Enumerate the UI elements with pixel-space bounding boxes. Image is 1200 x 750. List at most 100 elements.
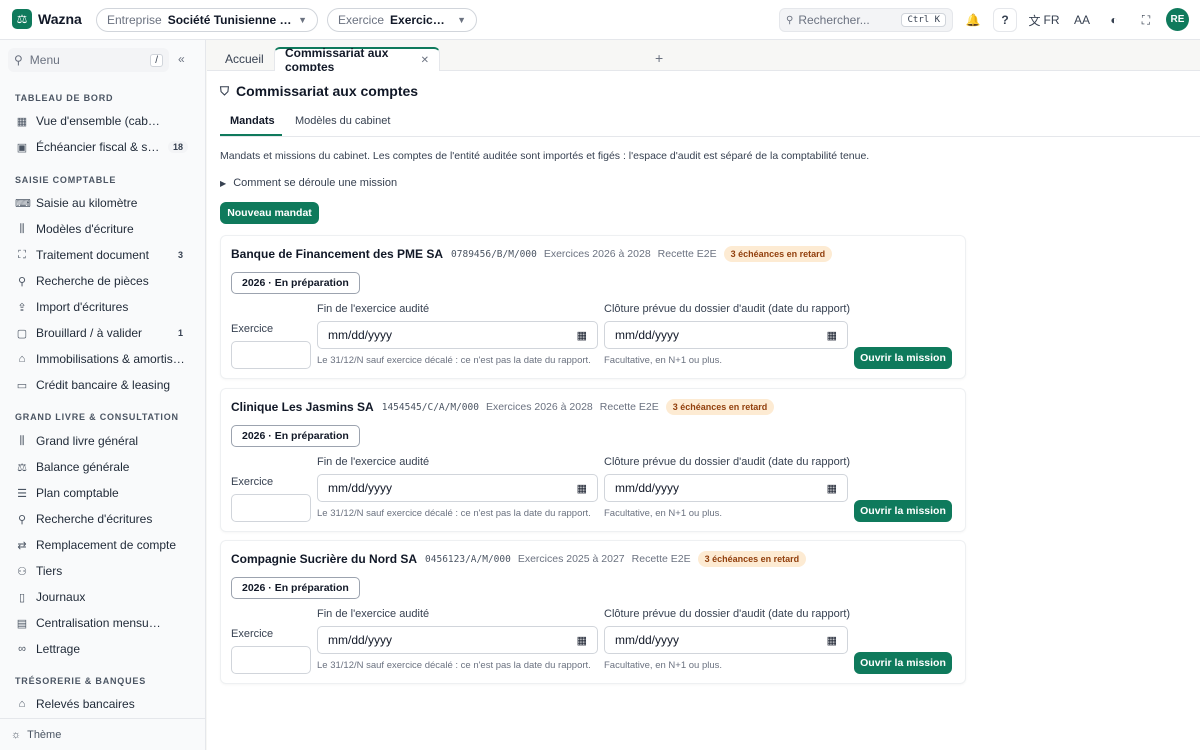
book-icon: ▯: [18, 591, 26, 604]
cloture-hint: Facultative, en N+1 ou plus.: [604, 660, 723, 671]
sidebar-item-label: Échéancier fiscal & sociaux: [36, 140, 162, 154]
menu-placeholder: Menu: [29, 53, 60, 67]
help-button[interactable]: ?: [993, 8, 1017, 32]
new-mandate-button[interactable]: Nouveau mandat: [220, 202, 319, 224]
theme-toggle[interactable]: ☼ Thème: [11, 729, 61, 741]
page-title-text: Commissariat aux comptes: [236, 83, 419, 99]
search-shortcut: Ctrl K: [901, 13, 946, 27]
sidebar-item-label: Immobilisations & amortissements: [36, 352, 186, 366]
language-button[interactable]: 文 FR: [1027, 8, 1061, 32]
sidebar-item-lettrage[interactable]: ∞ Lettrage: [8, 637, 192, 661]
sidebar-item-journaux[interactable]: ▯ Journaux: [8, 585, 192, 609]
calendar-icon[interactable]: ▦: [827, 482, 837, 495]
cloture-label: Clôture prévue du dossier d'audit (date …: [604, 456, 851, 468]
calendar-icon[interactable]: ▦: [827, 329, 837, 342]
list-icon: ☰: [17, 487, 27, 500]
sidebar-item-credit[interactable]: ▭ Crédit bancaire & leasing: [8, 373, 192, 397]
bell-icon[interactable]: 🔔: [961, 8, 985, 32]
exercice-input[interactable]: [231, 494, 311, 522]
sidebar-item-echeancier[interactable]: ▣ Échéancier fiscal & sociaux 18: [8, 135, 192, 159]
avatar[interactable]: RE: [1166, 8, 1189, 31]
scale-icon: ⚖: [17, 461, 27, 474]
mandate-name: Clinique Les Jasmins SA: [231, 400, 374, 414]
tab-accueil[interactable]: Accueil: [215, 47, 274, 71]
fin-exercice-hint: Le 31/12/N sauf exercice décalé : ce n'e…: [317, 355, 591, 366]
cloture-label: Clôture prévue du dossier d'audit (date …: [604, 608, 851, 620]
keyboard-icon: ⌨: [15, 197, 31, 210]
sidebar-item-balance[interactable]: ⚖ Balance générale: [8, 455, 192, 479]
date-placeholder: mm/dd/yyyy: [615, 481, 680, 495]
scan-icon: ⛶: [18, 248, 26, 261]
mandate-recette: Recette E2E: [631, 553, 691, 565]
open-mission-button[interactable]: Ouvrir la mission: [854, 500, 952, 522]
sidebar-item-recherche-pieces[interactable]: ⚲ Recherche de pièces: [8, 269, 192, 293]
sidebar-item-label: Recherche de pièces: [36, 274, 149, 288]
moon-icon[interactable]: ◐: [1102, 8, 1126, 32]
sidebar-item-traitement[interactable]: ⛶ Traitement document 3: [8, 243, 192, 267]
calendar-icon[interactable]: ▦: [577, 482, 587, 495]
open-mission-button[interactable]: Ouvrir la mission: [854, 347, 952, 369]
mission-status-button[interactable]: 2026 · En préparation: [231, 425, 360, 447]
tab-commissariat[interactable]: Commissariat aux comptes ✕: [274, 46, 440, 74]
mandate-card: Clinique Les Jasmins SA 1454545/C/A/M/00…: [220, 388, 966, 532]
add-tab-icon[interactable]: +: [655, 50, 663, 66]
fin-exercice-date-input[interactable]: mm/dd/yyyy ▦: [317, 321, 598, 349]
cloture-date-input[interactable]: mm/dd/yyyy ▦: [604, 474, 848, 502]
calendar-icon[interactable]: ▦: [827, 634, 837, 647]
global-search[interactable]: ⚲ Rechercher... Ctrl K: [779, 8, 953, 32]
main-content: ⛉ Commissariat aux comptes Mandats Modèl…: [207, 71, 1200, 750]
fin-exercice-date-input[interactable]: mm/dd/yyyy ▦: [317, 626, 598, 654]
sidebar-item-immobilisations[interactable]: ⌂ Immobilisations & amortissements: [8, 347, 192, 371]
calendar-icon: ▣: [16, 141, 28, 154]
mandate-card: Compagnie Sucrière du Nord SA 0456123/A/…: [220, 540, 966, 684]
sidebar-item-brouillard[interactable]: ▢ Brouillard / à valider 1: [8, 321, 192, 345]
sidebar-item-releves[interactable]: ⌂ Relevés bancaires: [8, 692, 192, 716]
fin-exercice-label: Fin de l'exercice audité: [317, 608, 430, 620]
exercice-input[interactable]: [231, 341, 311, 369]
menu-search[interactable]: ⚲ Menu /: [8, 48, 169, 72]
mission-status-button[interactable]: 2026 · En préparation: [231, 272, 360, 294]
close-icon[interactable]: ✕: [421, 55, 429, 66]
sidebar-item-vue-ensemble[interactable]: ▦ Vue d'ensemble (cabinet): [8, 109, 192, 133]
fin-exercice-date-input[interactable]: mm/dd/yyyy ▦: [317, 474, 598, 502]
font-size-button[interactable]: AA: [1070, 8, 1094, 32]
tab-label: Accueil: [225, 52, 264, 66]
tab-modeles-cabinet[interactable]: Modèles du cabinet: [295, 115, 390, 127]
theme-label: Thème: [27, 729, 62, 741]
mission-status-button[interactable]: 2026 · En préparation: [231, 577, 360, 599]
sidebar-item-plan-comptable[interactable]: ☰ Plan comptable: [8, 481, 192, 505]
mandate-header: Banque de Financement des PME SA 0789456…: [231, 246, 833, 262]
mission-details-toggle[interactable]: ▶ Comment se déroule une mission: [220, 177, 397, 189]
sidebar-item-saisie[interactable]: ⌨ Saisie au kilomètre: [8, 191, 192, 215]
sidebar-item-label: Brouillard / à valider: [36, 326, 143, 340]
exercice-selector[interactable]: Exercice Exercice 2026 ▼: [327, 8, 477, 32]
sidebar-item-label: Relevés bancaires: [36, 697, 135, 711]
exercice-input[interactable]: [231, 646, 311, 674]
sidebar-item-label: Plan comptable: [36, 486, 119, 500]
sidebar-item-grand-livre[interactable]: ⫼ Grand livre général: [8, 429, 192, 453]
sidebar-item-label: Import d'écritures: [36, 300, 129, 314]
library-icon: ⫼: [19, 434, 25, 447]
page-title: ⛉ Commissariat aux comptes: [220, 83, 418, 99]
sidebar-item-import[interactable]: ⇪ Import d'écritures: [8, 295, 192, 319]
entreprise-selector[interactable]: Entreprise Société Tunisienne de Pla… ▼: [96, 8, 318, 32]
calendar-icon[interactable]: ▦: [577, 329, 587, 342]
cloture-date-input[interactable]: mm/dd/yyyy ▦: [604, 626, 848, 654]
sidebar-item-centralisation[interactable]: ▤ Centralisation mensuelle: [8, 611, 192, 635]
fullscreen-icon[interactable]: ⛶: [1134, 8, 1158, 32]
cloture-date-input[interactable]: mm/dd/yyyy ▦: [604, 321, 848, 349]
sidebar-item-tiers[interactable]: ⚇ Tiers: [8, 559, 192, 583]
sidebar-item-modeles[interactable]: ⫼ Modèles d'écriture: [8, 217, 192, 241]
calendar-icon[interactable]: ▦: [577, 634, 587, 647]
open-mission-button[interactable]: Ouvrir la mission: [854, 652, 952, 674]
mandate-exercices: Exercices 2025 à 2027: [517, 553, 625, 565]
sidebar-item-recherche-ecritures[interactable]: ⚲ Recherche d'écritures: [8, 507, 192, 531]
mandate-recette: Recette E2E: [599, 401, 659, 413]
collapse-sidebar-icon[interactable]: «: [178, 52, 185, 66]
tab-mandats[interactable]: Mandats: [230, 115, 275, 127]
mandate-code: 0456123/A/M/000: [425, 553, 511, 565]
sidebar-item-remplacement[interactable]: ⇄ Remplacement de compte: [8, 533, 192, 557]
import-icon: ⇪: [17, 301, 27, 314]
exercice-label: Exercice: [231, 476, 274, 488]
search-icon: ⚲: [17, 513, 27, 526]
